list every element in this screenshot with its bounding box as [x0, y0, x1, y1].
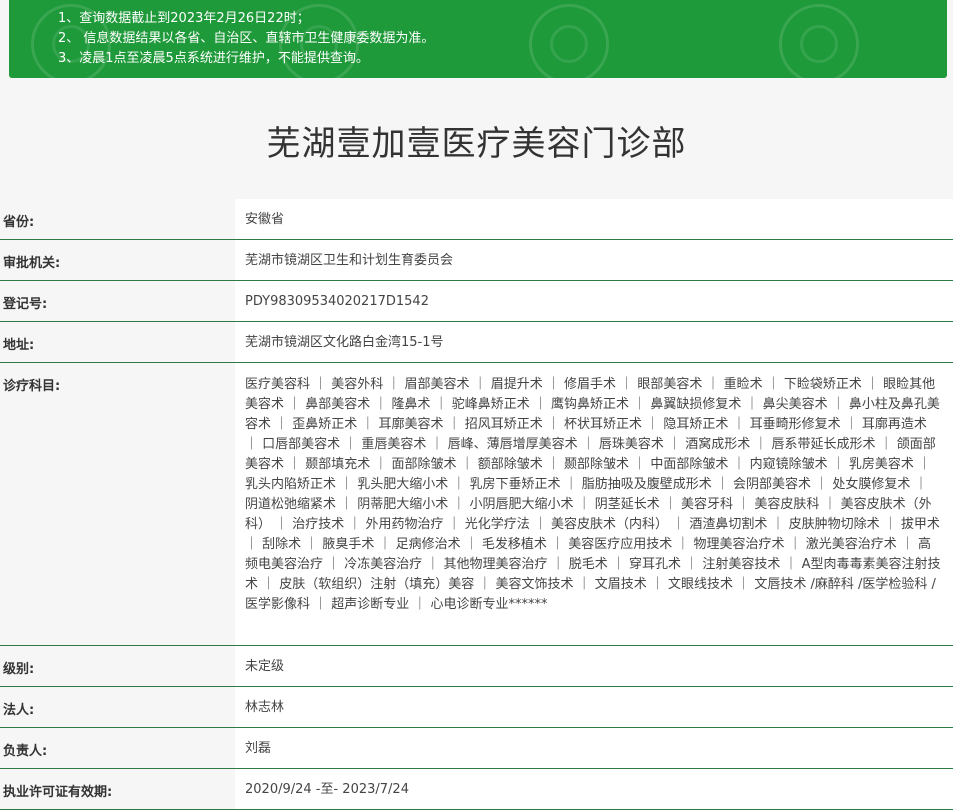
row-label: 负责人:	[3, 744, 48, 759]
row-value: 安徽省	[235, 199, 953, 239]
info-row-registration: 登记号: PDY98309534020217D1542	[0, 281, 953, 322]
row-value: 未定级	[235, 646, 953, 686]
row-label: 登记号:	[3, 297, 48, 312]
row-label: 地址:	[3, 338, 35, 353]
notice-item: 2、 信息数据结果以各省、自治区、直辖市卫生健康委数据为准。	[58, 31, 435, 46]
info-row-level: 级别: 未定级	[0, 646, 953, 687]
row-value: 芜湖市镜湖区文化路白金湾15-1号	[235, 322, 953, 362]
page-title: 芜湖壹加壹医疗美容门诊部	[266, 124, 687, 164]
info-table: 省份: 安徽省 审批机关: 芜湖市镜湖区卫生和计划生育委员会 登记号: PDY9…	[0, 199, 953, 810]
notice-item: 3、凌晨1点至凌晨5点系统进行维护，不能提供查询。	[58, 51, 369, 66]
row-label: 级别:	[3, 662, 35, 677]
row-label: 省份:	[3, 215, 35, 230]
row-value: 芜湖市镜湖区卫生和计划生育委员会	[235, 240, 953, 280]
info-row-address: 地址: 芜湖市镜湖区文化路白金湾15-1号	[0, 322, 953, 363]
row-label: 诊疗科目:	[3, 379, 61, 394]
row-value: 刘磊	[235, 728, 953, 768]
row-value: PDY98309534020217D1542	[235, 281, 953, 321]
row-value: 林志林	[235, 687, 953, 727]
notice-list: 1、查询数据截止到2023年2月26日22时； 2、 信息数据结果以各省、自治区…	[9, 0, 947, 69]
notice-item: 1、查询数据截止到2023年2月26日22时；	[58, 11, 310, 26]
info-row-license-validity: 执业许可证有效期: 2020/9/24 -至- 2023/7/24	[0, 769, 953, 810]
row-label: 法人:	[3, 703, 35, 718]
info-row-province: 省份: 安徽省	[0, 199, 953, 240]
row-label: 审批机关:	[3, 256, 61, 271]
row-value: 2020/9/24 -至- 2023/7/24	[235, 769, 953, 809]
info-row-legal-person: 法人: 林志林	[0, 687, 953, 728]
info-row-manager: 负责人: 刘磊	[0, 728, 953, 769]
info-row-departments: 诊疗科目: 医疗美容科 ｜ 美容外科 ｜ 眉部美容术 ｜ 眉提升术 ｜ 修眉手术…	[0, 363, 953, 646]
notice-banner: 1、查询数据截止到2023年2月26日22时； 2、 信息数据结果以各省、自治区…	[9, 0, 947, 78]
row-label: 执业许可证有效期:	[3, 785, 113, 800]
info-row-authority: 审批机关: 芜湖市镜湖区卫生和计划生育委员会	[0, 240, 953, 281]
row-value: 医疗美容科 ｜ 美容外科 ｜ 眉部美容术 ｜ 眉提升术 ｜ 修眉手术 ｜ 眼部美…	[235, 363, 953, 645]
